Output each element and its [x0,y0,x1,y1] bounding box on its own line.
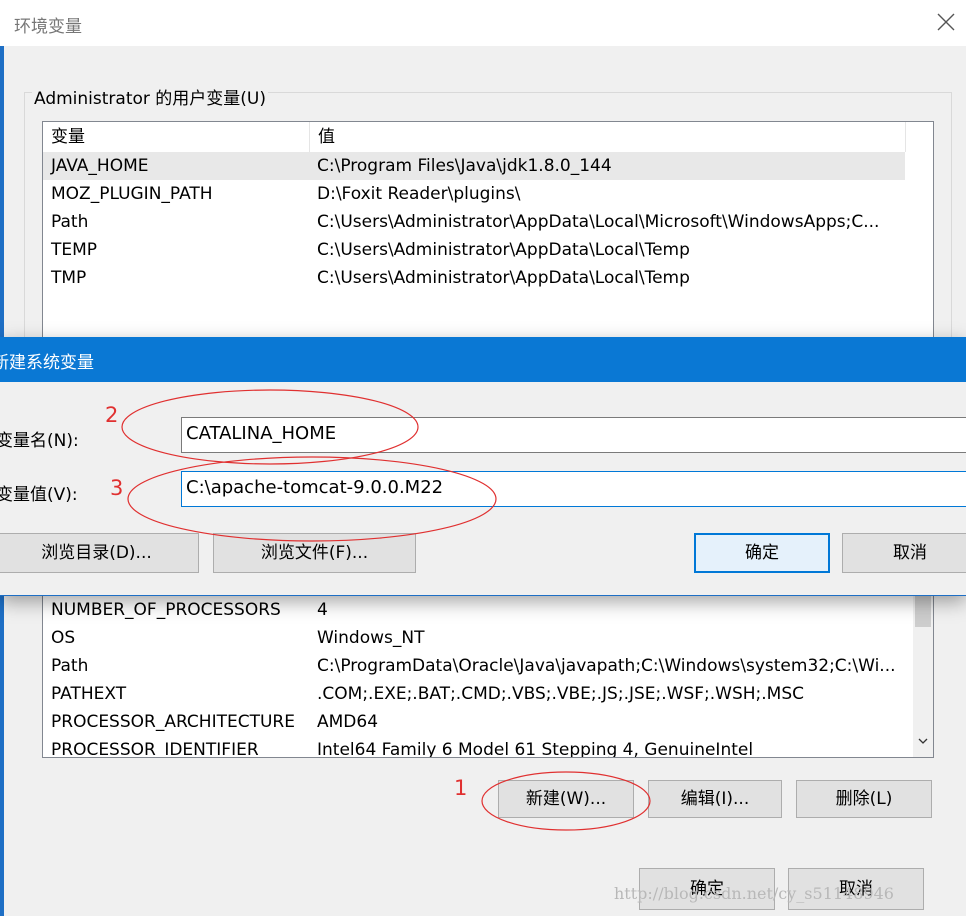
var-value: D:\Foxit Reader\plugins\ [317,184,521,204]
var-value: .COM;.EXE;.BAT;.CMD;.VBS;.VBE;.JS;.JSE;.… [317,684,805,704]
var-name: NUMBER_OF_PROCESSORS [51,600,281,620]
list-item[interactable]: PATHEXT .COM;.EXE;.BAT;.CMD;.VBS;.VBE;.J… [43,680,911,708]
variable-name-label: 变量名(N): [0,431,79,451]
var-value: C:\Users\Administrator\AppData\Local\Tem… [317,268,690,288]
list-item[interactable]: TMP C:\Users\Administrator\AppData\Local… [43,264,933,292]
var-value: C:\Users\Administrator\AppData\Local\Tem… [317,240,690,260]
list-item[interactable]: Path C:\Users\Administrator\AppData\Loca… [43,208,933,236]
var-name: TEMP [51,240,98,260]
variable-value-label: 变量值(V): [0,485,78,505]
var-name: TMP [51,268,87,288]
var-name: OS [51,628,76,648]
system-vars-list[interactable]: NUMBER_OF_PROCESSORS 4 OS Windows_NT Pat… [42,592,934,758]
annotation-label-1: 1 [454,776,468,800]
var-value: C:\Program Files\Java\jdk1.8.0_144 [317,156,612,176]
window-title: 环境变量 [14,17,82,37]
new-button[interactable]: 新建(W)... [498,780,634,818]
user-vars-list[interactable]: 变量 值 JAVA_HOME C:\Program Files\Java\jdk… [42,121,934,353]
list-item[interactable]: OS Windows_NT [43,624,911,652]
list-header: 变量 值 [43,122,933,152]
list-item[interactable]: TEMP C:\Users\Administrator\AppData\Loca… [43,236,933,264]
close-icon[interactable] [934,10,958,34]
user-vars-group-label: Administrator 的用户变量(U) [32,84,268,109]
var-value: 4 [317,600,328,620]
column-header-value[interactable]: 值 [310,122,906,152]
list-item[interactable]: PROCESSOR_ARCHITECTURE AMD64 [43,708,911,736]
var-name: MOZ_PLUGIN_PATH [51,184,213,204]
window-titlebar [0,0,966,46]
list-item[interactable]: MOZ_PLUGIN_PATH D:\Foxit Reader\plugins\ [43,180,933,208]
chevron-down-icon[interactable] [915,735,931,751]
annotation-label-3: 3 [110,476,124,500]
column-header-variable[interactable]: 变量 [43,122,310,152]
var-value: AMD64 [317,712,379,732]
annotation-label-2: 2 [105,403,119,427]
dialog-ok-button[interactable]: 确定 [694,533,830,573]
browse-directory-button[interactable]: 浏览目录(D)... [0,533,199,573]
watermark: http://blog.csdn.net/cy_s51148946 [614,884,894,903]
dialog-titlebar [0,337,966,382]
var-value: Windows_NT [317,628,425,648]
var-name: Path [51,656,89,676]
dialog-title: 新建系统变量 [0,353,94,373]
list-item[interactable]: JAVA_HOME C:\Program Files\Java\jdk1.8.0… [43,152,905,180]
browse-file-button[interactable]: 浏览文件(F)... [213,533,416,573]
var-value: Intel64 Family 6 Model 61 Stepping 4, Ge… [317,740,754,758]
dialog-cancel-button[interactable]: 取消 [842,533,966,573]
vertical-scrollbar[interactable] [913,593,933,757]
var-name: PROCESSOR_IDENTIFIER [51,740,259,758]
list-item[interactable]: Path C:\ProgramData\Oracle\Java\javapath… [43,652,911,680]
var-name: Path [51,212,89,232]
list-item[interactable]: PROCESSOR_IDENTIFIER Intel64 Family 6 Mo… [43,736,911,758]
list-item[interactable]: NUMBER_OF_PROCESSORS 4 [43,596,911,624]
var-value: C:\ProgramData\Oracle\Java\javapath;C:\W… [317,656,896,676]
variable-name-field[interactable]: CATALINA_HOME [181,417,966,453]
var-name: PATHEXT [51,684,127,704]
var-name: PROCESSOR_ARCHITECTURE [51,712,295,732]
var-name: JAVA_HOME [51,156,149,176]
scrollbar-thumb[interactable] [915,595,931,627]
variable-value-field[interactable]: C:\apache-tomcat-9.0.0.M22 [181,471,966,507]
var-value: C:\Users\Administrator\AppData\Local\Mic… [317,212,880,232]
delete-button[interactable]: 删除(L) [796,780,932,818]
new-system-variable-dialog: 新建系统变量 变量名(N): CATALINA_HOME 变量值(V): C:\… [0,337,966,596]
edit-button[interactable]: 编辑(I)... [648,780,782,818]
